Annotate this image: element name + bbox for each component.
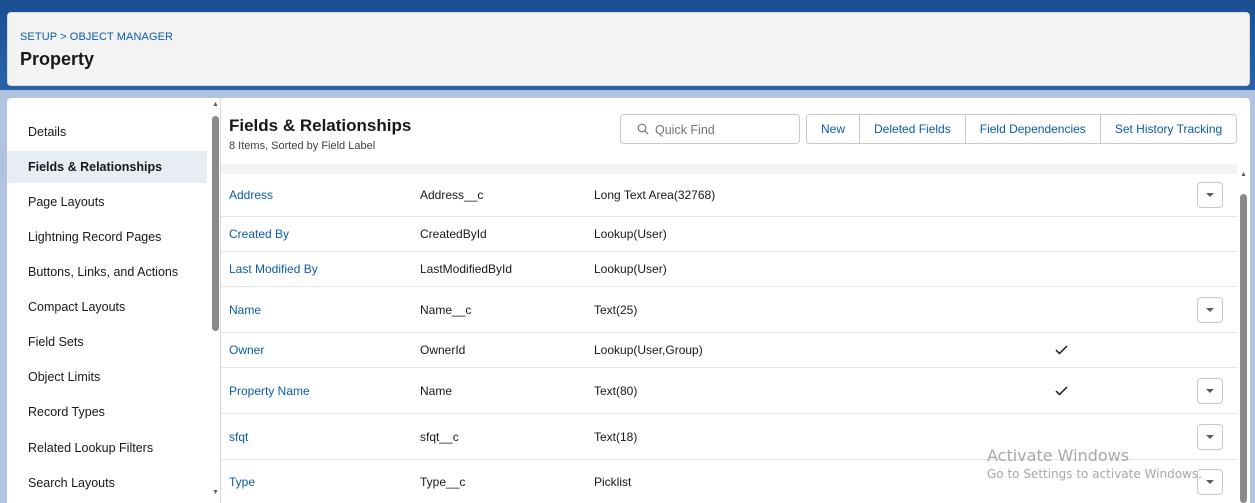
field-label-link[interactable]: sfqt xyxy=(229,414,248,459)
sidebar-item-compact-layouts[interactable]: Compact Layouts xyxy=(7,291,207,323)
table-row: Last Modified By LastModifiedById Lookup… xyxy=(221,252,1237,287)
table-row: Property Name Name Text(80) xyxy=(221,368,1237,414)
row-action-menu-button[interactable] xyxy=(1197,182,1223,208)
new-button[interactable]: New xyxy=(807,115,861,143)
sidebar-item-label: Related Lookup Filters xyxy=(28,441,154,455)
scroll-down-arrow-icon[interactable]: ▼ xyxy=(211,488,220,498)
set-history-tracking-button[interactable]: Set History Tracking xyxy=(1100,115,1237,143)
chevron-down-icon xyxy=(1206,193,1214,197)
table-row: Created By CreatedById Lookup(User) xyxy=(221,217,1237,252)
quick-find-input[interactable] xyxy=(655,120,795,140)
table-row: Owner OwnerId Lookup(User,Group) xyxy=(221,333,1237,368)
sidebar-item-label: Details xyxy=(28,125,67,139)
field-data-type: Text(25) xyxy=(594,302,638,317)
row-action-cell xyxy=(1197,460,1223,503)
field-label-link[interactable]: Last Modified By xyxy=(229,252,318,286)
sidebar-item-label: Field Sets xyxy=(28,335,84,349)
object-manager-sidebar: Details Fields & Relationships Page Layo… xyxy=(7,98,221,503)
field-label-link[interactable]: Address xyxy=(229,174,273,216)
search-icon xyxy=(637,123,649,135)
field-actions-button-group: New Deleted Fields Field Dependencies Se… xyxy=(806,114,1238,144)
row-action-menu-button[interactable] xyxy=(1197,423,1223,450)
field-api-name: OwnerId xyxy=(420,343,466,357)
fields-table: Address Address__c Long Text Area(32768)… xyxy=(221,164,1250,503)
row-action-menu-button[interactable] xyxy=(1197,468,1223,495)
scroll-up-arrow-icon[interactable]: ▲ xyxy=(1239,170,1248,180)
sidebar-item-field-sets[interactable]: Field Sets xyxy=(7,326,207,358)
chevron-down-icon xyxy=(1206,479,1214,484)
field-data-type: Text(18) xyxy=(594,429,638,444)
field-label-link[interactable]: Type xyxy=(229,460,255,503)
sidebar-item-lightning-record-pages[interactable]: Lightning Record Pages xyxy=(7,221,207,253)
chevron-down-icon xyxy=(1206,434,1214,439)
table-scrollbar-thumb[interactable] xyxy=(1240,194,1247,503)
sidebar-item-related-lookup-filters[interactable]: Related Lookup Filters xyxy=(7,432,207,464)
sidebar-item-label: Compact Layouts xyxy=(28,300,126,314)
row-action-cell xyxy=(1197,174,1223,216)
indexed-cell xyxy=(1053,368,1069,413)
sidebar-item-search-layouts[interactable]: Search Layouts xyxy=(7,467,207,499)
field-api-name: LastModifiedById xyxy=(420,262,513,276)
field-dependencies-button[interactable]: Field Dependencies xyxy=(965,115,1101,143)
field-data-type: Lookup(User) xyxy=(594,262,667,276)
section-title: Fields & Relationships xyxy=(229,116,412,135)
field-label-link[interactable]: Owner xyxy=(229,333,264,367)
sidebar-item-label: Fields & Relationships xyxy=(28,160,163,174)
sidebar-item-label: Lightning Record Pages xyxy=(28,230,162,244)
sidebar-item-details[interactable]: Details xyxy=(7,116,207,148)
indexed-cell xyxy=(1053,333,1069,367)
section-subtitle: 8 Items, Sorted by Field Label xyxy=(229,140,376,152)
table-row: Address Address__c Long Text Area(32768) xyxy=(221,174,1237,217)
row-action-cell xyxy=(1197,368,1223,413)
chevron-down-icon xyxy=(1206,388,1214,393)
sidebar-scrollbar-thumb[interactable] xyxy=(212,116,219,331)
sidebar-item-page-layouts[interactable]: Page Layouts xyxy=(7,186,207,218)
sidebar-item-object-limits[interactable]: Object Limits xyxy=(7,361,207,393)
checkmark-icon xyxy=(1054,385,1068,396)
checkmark-icon xyxy=(1054,345,1068,355)
fields-relationships-panel: Fields & Relationships 8 Items, Sorted b… xyxy=(221,98,1250,503)
field-data-type: Text(80) xyxy=(594,383,638,398)
field-api-name: Address__c xyxy=(420,188,484,202)
breadcrumb[interactable]: SETUP > OBJECT MANAGER xyxy=(20,31,1237,43)
table-row: sfqt sfqt__c Text(18) xyxy=(221,414,1237,460)
row-action-cell xyxy=(1197,414,1223,459)
sidebar-item-record-types[interactable]: Record Types xyxy=(7,396,207,428)
sidebar-item-buttons-links-actions[interactable]: Buttons, Links, and Actions xyxy=(7,256,207,288)
sidebar-item-fields-relationships[interactable]: Fields & Relationships xyxy=(7,151,207,183)
table-header xyxy=(221,164,1237,174)
deleted-fields-button[interactable]: Deleted Fields xyxy=(860,115,966,143)
scroll-up-arrow-icon[interactable]: ▲ xyxy=(211,100,220,110)
field-data-type: Long Text Area(32768) xyxy=(594,188,716,202)
page-header: SETUP > OBJECT MANAGER Property xyxy=(7,12,1250,86)
field-api-name: CreatedById xyxy=(420,227,487,241)
field-data-type: Lookup(User) xyxy=(594,227,667,241)
chevron-down-icon xyxy=(1206,307,1214,312)
field-api-name: Name xyxy=(420,383,453,398)
sidebar-item-label: Buttons, Links, and Actions xyxy=(28,265,179,279)
field-data-type: Picklist xyxy=(594,474,632,489)
row-action-menu-button[interactable] xyxy=(1197,296,1223,323)
row-action-menu-button[interactable] xyxy=(1197,377,1223,404)
field-api-name: Name__c xyxy=(420,302,472,317)
table-scrollbar[interactable]: ▲ xyxy=(1237,164,1250,503)
quick-find-box[interactable] xyxy=(620,114,800,144)
sidebar-scrollbar[interactable]: ▲ ▼ xyxy=(210,98,221,503)
field-label-link[interactable]: Property Name xyxy=(229,368,310,413)
field-api-name: sfqt__c xyxy=(420,429,459,444)
table-row: Name Name__c Text(25) xyxy=(221,287,1237,333)
field-label-link[interactable]: Name xyxy=(229,287,261,332)
table-row: Type Type__c Picklist xyxy=(221,460,1237,503)
sidebar-item-label: Record Types xyxy=(28,405,105,419)
sidebar-item-label: Search Layouts xyxy=(28,476,115,490)
field-api-name: Type__c xyxy=(420,474,466,489)
sidebar-item-label: Object Limits xyxy=(28,370,101,384)
sidebar-item-label: Page Layouts xyxy=(28,195,105,209)
field-data-type: Lookup(User,Group) xyxy=(594,343,703,357)
field-label-link[interactable]: Created By xyxy=(229,217,289,251)
page-title: Property xyxy=(20,49,95,69)
row-action-cell xyxy=(1197,287,1223,332)
